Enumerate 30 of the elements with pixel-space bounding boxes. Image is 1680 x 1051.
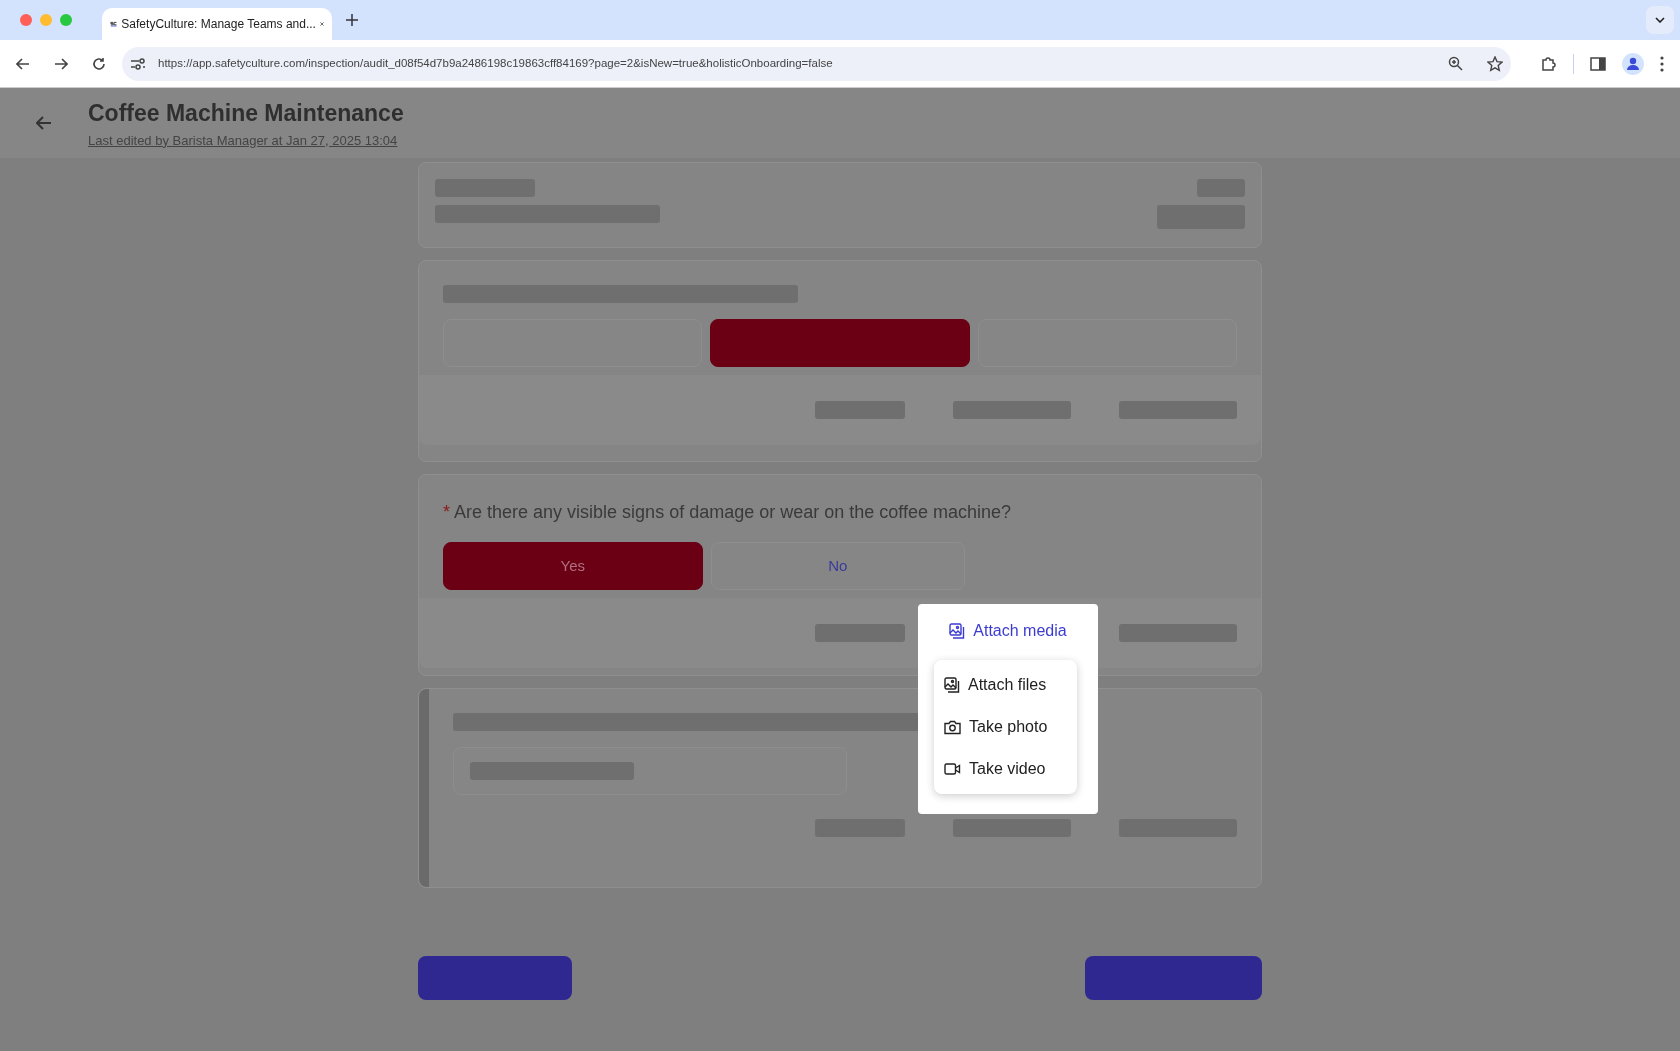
video-camera-icon	[944, 762, 961, 776]
menu-item[interactable]: Take photo	[934, 706, 1077, 748]
extensions-icon[interactable]	[1541, 55, 1557, 72]
caret-icon	[1655, 17, 1665, 23]
back-icon[interactable]	[16, 57, 30, 70]
page-title: Coffee Machine Maintenance	[88, 99, 404, 128]
question-text: * Are there any visible signs of damage or wear on the coffee machine?	[443, 501, 1012, 524]
tab-list-button[interactable]	[1646, 6, 1674, 34]
menu-item[interactable]: Take video	[934, 748, 1077, 790]
image-icon	[949, 623, 966, 639]
forward-icon[interactable]	[54, 57, 68, 70]
tab-title: SafetyCulture: Manage Teams and...	[121, 16, 316, 33]
site-settings-icon[interactable]	[130, 56, 146, 71]
address-bar[interactable]: https://app.safetyculture.com/inspection/audit_d08f54d7b9a2486198c19863cff84169?page=2&isNew=true&holisticOnboarding=false	[122, 46, 1511, 81]
browser-tab[interactable]: SafetyCulture: Manage Teams and...	[102, 8, 332, 40]
back-arrow-icon[interactable]	[36, 116, 52, 130]
zoom-icon[interactable]	[1448, 56, 1463, 71]
input-field[interactable]	[453, 747, 847, 795]
profile-icon[interactable]	[1622, 52, 1644, 75]
last-edited-text: Last edited by Barista Manager at Jan 27, 2025 13:04	[88, 131, 399, 150]
close-icon[interactable]	[319, 19, 324, 29]
image-icon	[944, 677, 960, 693]
menu-icon[interactable]	[1660, 55, 1664, 72]
menu-item[interactable]: Attach files	[934, 664, 1077, 706]
attach-media-button[interactable]: Attach media	[943, 618, 1073, 644]
camera-icon	[944, 719, 961, 735]
side-panel-icon[interactable]	[1590, 56, 1606, 71]
reload-icon[interactable]	[92, 56, 106, 71]
bookmark-star-icon[interactable]	[1487, 55, 1503, 72]
new-tab-icon[interactable]	[346, 14, 358, 26]
